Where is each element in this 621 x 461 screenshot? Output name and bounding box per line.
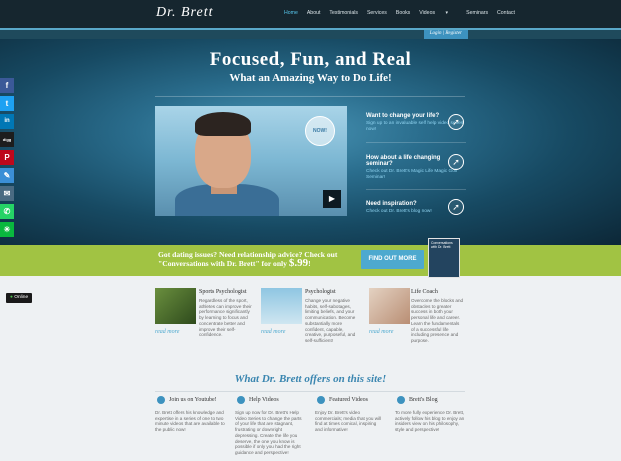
facebook-icon[interactable]: f xyxy=(0,78,14,93)
promo-price-suffix: ! xyxy=(308,259,311,268)
nav-item-services[interactable]: Services xyxy=(367,10,387,16)
top-nav: Dr. Brett Home About Testimonials Servic… xyxy=(0,0,621,28)
hero-section: Focused, Fun, and Real What an Amazing W… xyxy=(0,39,621,245)
login-separator: | xyxy=(442,31,445,36)
register-link[interactable]: Register xyxy=(445,31,462,36)
read-more-link[interactable]: read more xyxy=(155,329,179,335)
arrow-icon[interactable]: ➚ xyxy=(448,199,464,215)
service-title-life-coach[interactable]: Life Coach xyxy=(411,289,438,295)
life-coach-image[interactable] xyxy=(369,288,410,324)
login-link[interactable]: Login xyxy=(430,31,442,36)
twitter-icon[interactable]: t xyxy=(0,96,14,111)
service-text-psychologist: Change your negative habits, self-sabota… xyxy=(305,298,356,343)
offer-title-help-videos[interactable]: Help Videos xyxy=(249,397,279,403)
nav-item-books[interactable]: Books xyxy=(396,10,410,16)
promo-line-2: "Conversations with Dr. Brett" for only xyxy=(158,259,287,268)
side-item-text: Check out Dr. Brett's Magic Life Magic G… xyxy=(366,169,458,180)
offer-text-help-videos: Sign up now for Dr. Brett's Help Video S… xyxy=(235,410,302,455)
social-share-bar: f t in digg P ✎ ✉ ✆ ✳ xyxy=(0,78,14,240)
read-more-link[interactable]: read more xyxy=(369,329,393,335)
service-text-sports: Regardless of the sport, athletes can im… xyxy=(199,298,252,338)
nav-item-home[interactable]: Home xyxy=(284,10,298,16)
blog-icon xyxy=(397,396,405,404)
chevron-down-icon: ▾ xyxy=(445,10,449,16)
nav-item-contact[interactable]: Contact xyxy=(497,10,515,16)
service-title-sports[interactable]: Sports Psychologist xyxy=(199,289,247,295)
offer-text-featured-videos: Enjoy Dr. Brett's video commercials; med… xyxy=(315,410,382,433)
whatsapp-icon[interactable]: ✆ xyxy=(0,204,14,219)
play-icon[interactable]: ▶ xyxy=(323,190,341,208)
book-title: Conversations with Dr. Brett xyxy=(431,241,453,249)
nav-item-videos-label: Videos xyxy=(419,10,436,16)
offer-title-youtube[interactable]: Join us on Youtube! xyxy=(169,397,217,403)
offer-title-featured-videos[interactable]: Featured Videos xyxy=(329,397,368,403)
arrow-icon[interactable]: ➚ xyxy=(448,154,464,170)
presenter-hair xyxy=(195,112,251,136)
find-out-more-button[interactable]: FIND OUT MORE xyxy=(361,250,424,269)
nav-item-seminars[interactable]: Seminars xyxy=(466,10,488,16)
email-icon[interactable]: ✉ xyxy=(0,186,14,201)
hero-title: Focused, Fun, and Real xyxy=(209,49,412,70)
video-player[interactable]: NOW! ▶ xyxy=(155,106,347,216)
now-badge: NOW! xyxy=(305,116,335,146)
offers-title: What Dr. Brett offers on this site! xyxy=(234,373,387,385)
online-status-icon: ● xyxy=(10,295,13,300)
promo-text: Got dating issues? Need relationship adv… xyxy=(158,250,364,269)
page: Dr. Brett Home About Testimonials Servic… xyxy=(0,0,621,461)
online-chat-badge[interactable]: ● Online xyxy=(6,293,33,303)
featured-videos-icon xyxy=(317,396,325,404)
service-title-psychologist[interactable]: Psychologist xyxy=(305,289,336,295)
book-cover[interactable]: Conversations with Dr. Brett xyxy=(428,238,460,278)
help-videos-icon xyxy=(237,396,245,404)
nav-item-videos[interactable]: Videos ▾ xyxy=(419,10,457,16)
promo-line-1: Got dating issues? Need relationship adv… xyxy=(158,250,338,259)
linkedin-icon[interactable]: in xyxy=(0,114,14,129)
wechat-icon[interactable]: ✳ xyxy=(0,222,14,237)
hero-divider xyxy=(155,96,465,97)
read-more-link[interactable]: read more xyxy=(261,329,285,335)
nav-item-testimonials[interactable]: Testimonials xyxy=(329,10,358,16)
share-icon[interactable]: ✎ xyxy=(0,168,14,183)
arrow-icon[interactable]: ➚ xyxy=(448,114,464,130)
site-logo[interactable]: Dr. Brett xyxy=(156,5,213,21)
offers-divider xyxy=(155,391,465,392)
psychologist-image[interactable] xyxy=(261,288,302,324)
promo-banner: Got dating issues? Need relationship adv… xyxy=(0,245,621,276)
online-label: Online xyxy=(14,295,29,300)
promo-price: $.99 xyxy=(288,257,309,269)
pinterest-icon[interactable]: P xyxy=(0,150,14,165)
main-menu: Home About Testimonials Services Books V… xyxy=(284,10,524,16)
youtube-icon xyxy=(157,396,165,404)
nav-item-about[interactable]: About xyxy=(307,10,321,16)
login-register-pill: Login | Register xyxy=(423,30,468,39)
offer-title-blog[interactable]: Brett's Blog xyxy=(409,397,438,403)
hero-subtitle: What an Amazing Way to Do Life! xyxy=(229,72,392,84)
service-text-life-coach: Overcome the blocks and obstacles to gre… xyxy=(411,298,464,343)
sports-psychologist-image[interactable] xyxy=(155,288,196,324)
offer-text-youtube: Dr. Brett offers his knowledge and exper… xyxy=(155,410,225,433)
offer-text-blog: To more fully experience Dr. Brett, acti… xyxy=(395,410,465,433)
side-separator xyxy=(366,189,466,190)
side-separator xyxy=(366,142,466,143)
login-bar: Login | Register xyxy=(0,30,621,39)
digg-icon[interactable]: digg xyxy=(0,132,14,147)
